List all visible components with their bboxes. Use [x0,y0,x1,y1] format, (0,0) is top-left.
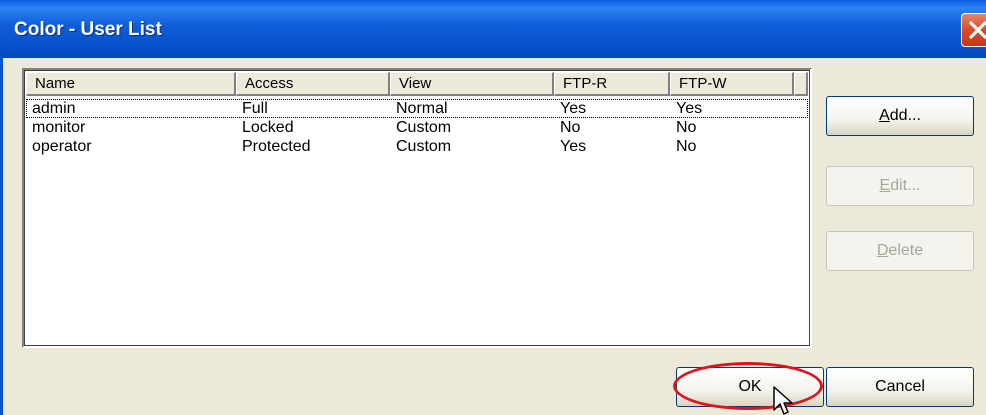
column-header-access[interactable]: Access [236,72,390,96]
delete-label-rest: elete [888,242,924,259]
cell-ftp-r: No [560,119,581,136]
delete-button[interactable]: Delete [826,231,974,271]
user-list-dialog: Color - User List Name Access View FTP-R… [0,0,986,415]
cell-view: Normal [396,100,448,117]
cell-access: Protected [242,138,311,155]
edit-button[interactable]: Edit... [826,166,974,206]
cell-name: admin [32,100,76,117]
add-accel-key: A [879,107,890,124]
cell-ftp-r: Yes [560,138,587,155]
cell-view: Custom [396,119,452,136]
edit-label-rest: dit... [890,177,921,194]
ok-button[interactable]: OK [676,367,824,407]
add-button[interactable]: Add... [826,96,974,136]
cell-ftp-w: Yes [676,100,703,117]
column-header-filler [794,72,808,96]
cell-name: monitor [32,119,86,136]
cell-name: operator [32,138,92,155]
cell-access: Full [242,100,268,117]
title-bar[interactable]: Color - User List [0,0,986,58]
add-label-rest: dd... [889,107,921,124]
list-header: Name Access View FTP-R FTP-W [26,72,808,96]
cell-view: Custom [396,138,452,155]
close-button[interactable] [961,13,986,47]
cell-ftp-w: No [676,119,697,136]
delete-accel-key: D [876,242,889,259]
cancel-button[interactable]: Cancel [826,367,974,407]
user-list-view[interactable]: Name Access View FTP-R FTP-W admin Full … [22,68,812,348]
mouse-pointer-icon [773,386,793,415]
column-header-name[interactable]: Name [26,72,236,96]
column-header-ftp-w[interactable]: FTP-W [670,72,794,96]
edit-accel-key: E [879,177,891,194]
column-header-view[interactable]: View [390,72,554,96]
cell-access: Locked [242,119,294,136]
cell-ftp-r: Yes [560,100,587,117]
cell-ftp-w: No [676,138,697,155]
column-header-ftp-r[interactable]: FTP-R [554,72,670,96]
list-row-monitor[interactable]: monitor Locked Custom No No [26,118,808,137]
list-row-operator[interactable]: operator Protected Custom Yes No [26,137,808,156]
window-title: Color - User List [14,19,162,40]
close-icon [969,21,986,39]
list-row-admin[interactable]: admin Full Normal Yes Yes [26,99,808,118]
